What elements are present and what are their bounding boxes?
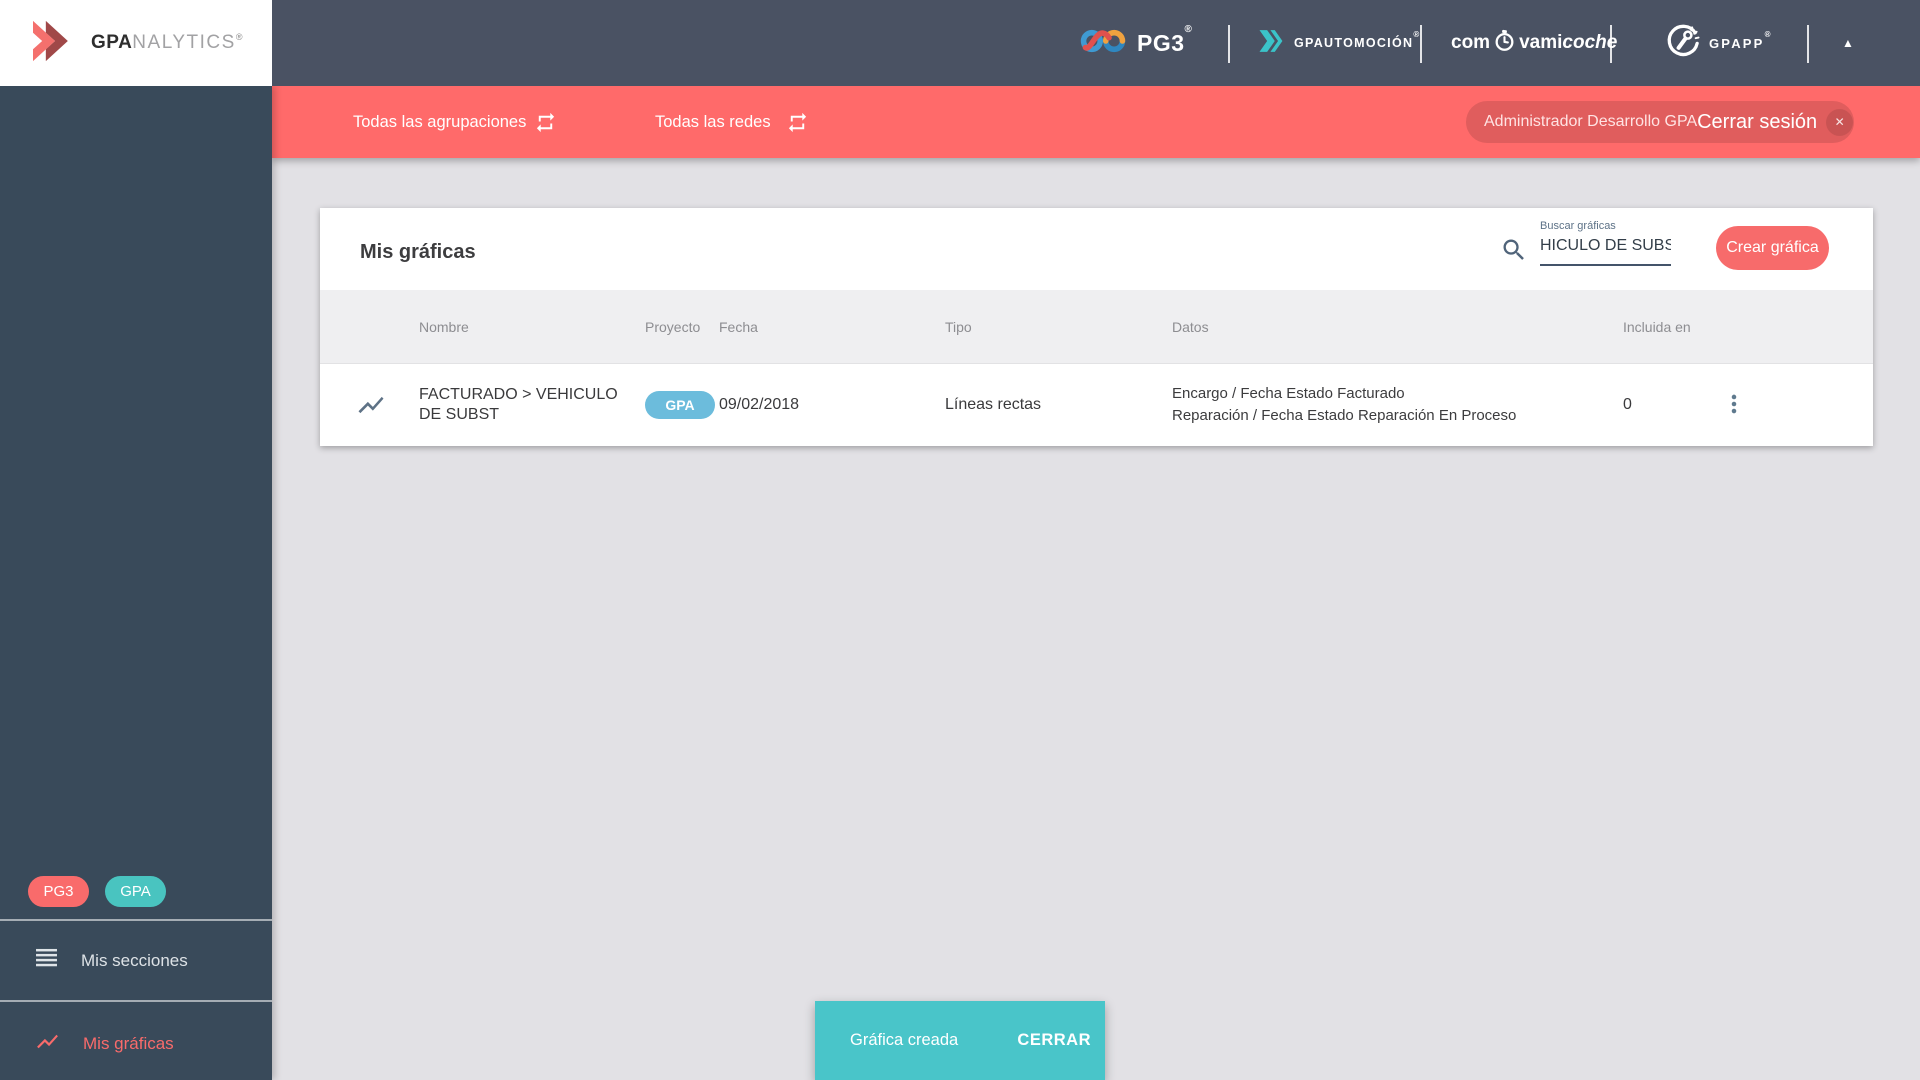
row-name: FACTURADO > VEHICULO DE SUBST — [419, 386, 618, 423]
agrupaciones-swap-icon[interactable] — [534, 111, 557, 139]
snackbar: Gráfica creada CERRAR — [815, 1001, 1105, 1080]
gpautomocion-wordmark: GPAUTOMOCIÓN® — [1294, 30, 1421, 50]
gpanalytics-logo[interactable]: GPANALYTICS® — [0, 0, 272, 86]
collapse-caret-icon[interactable]: ▲ — [1830, 0, 1866, 86]
pg3-wordmark: PG3® — [1137, 23, 1193, 56]
comova-vamicoche-text: vamicoche — [1519, 32, 1618, 53]
user-name: Administrador Desarrollo GPA — [1484, 113, 1698, 130]
logout-close-icon[interactable]: ✕ — [1826, 108, 1854, 136]
pg3-logo[interactable]: PG3® — [1078, 0, 1192, 86]
badge-pg3[interactable]: PG3 — [28, 876, 89, 907]
sidebar: PG3 GPA Mis secciones Mis gráficas — [0, 86, 272, 1080]
row-chart-type-icon — [356, 364, 396, 446]
charts-card: Mis gráficas Buscar gráficas HICULO DE S… — [320, 208, 1873, 446]
search-field-label: Buscar gráficas — [1540, 220, 1616, 232]
topbar-divider — [1228, 25, 1230, 63]
badge-gpa[interactable]: GPA — [105, 876, 166, 907]
gpapp-wrench-gauge-icon — [1666, 23, 1701, 63]
redes-selector[interactable]: Todas las redes — [655, 86, 771, 158]
gpanalytics-wordmark: GPANALYTICS® — [91, 32, 243, 53]
page-title: Mis gráficas — [360, 241, 476, 263]
logout-button[interactable]: Cerrar sesión — [1697, 111, 1817, 134]
agrupaciones-selector[interactable]: Todas las agrupaciones — [353, 86, 526, 158]
gpapp-wordmark: GPAPP® — [1709, 29, 1773, 51]
filter-bar: Todas las agrupaciones Todas las redes A… — [272, 86, 1920, 158]
row-kebab-menu-icon[interactable] — [1717, 387, 1751, 424]
gpautomocion-logo[interactable]: GPAUTOMOCIÓN® — [1258, 0, 1421, 86]
create-chart-button[interactable]: Crear gráfica — [1716, 226, 1829, 270]
row-data-series: Encargo / Fecha Estado Facturado Reparac… — [1172, 385, 1517, 424]
column-header-incluida-en: Incluida en — [1623, 318, 1691, 335]
topbar-divider — [1610, 25, 1612, 63]
pg3-infinity-icon — [1078, 26, 1128, 61]
sidebar-badges: PG3 GPA — [28, 876, 166, 907]
sidebar-item-label: Mis gráficas — [83, 1034, 174, 1053]
comovamicoche-logo[interactable]: com vamicoche — [1451, 0, 1617, 86]
project-badge: GPA — [645, 391, 715, 419]
comova-clock-icon — [1494, 29, 1515, 58]
snackbar-message: Gráfica creada — [850, 1031, 959, 1049]
chart-line-icon — [35, 1029, 60, 1059]
column-header-fecha: Fecha — [719, 318, 758, 335]
column-header-datos: Datos — [1172, 318, 1209, 335]
column-header-tipo: Tipo — [945, 318, 972, 335]
comova-com-text: com — [1451, 32, 1491, 53]
row-included-count: 0 — [1623, 396, 1632, 413]
snackbar-close-button[interactable]: CERRAR — [1017, 1031, 1091, 1050]
topbar-divider — [1807, 25, 1809, 63]
table-row[interactable]: FACTURADO > VEHICULO DE SUBST GPA 09/02/… — [320, 364, 1873, 446]
redes-swap-icon[interactable] — [786, 111, 809, 139]
table-header: Nombre Proyecto Fecha Tipo Datos Incluid… — [320, 290, 1873, 364]
row-date: 09/02/2018 — [719, 396, 800, 413]
search-input[interactable]: HICULO DE SUBST — [1540, 236, 1671, 266]
sidebar-item-mis-graficas[interactable]: Mis gráficas — [0, 1002, 272, 1080]
gpanalytics-arrow-icon — [29, 19, 81, 68]
gpapp-logo[interactable]: GPAPP® — [1666, 0, 1773, 86]
user-session-pill: Administrador Desarrollo GPA Cerrar sesi… — [1466, 101, 1854, 143]
app-root: GPANALYTICS® PG3® GPAUTOMOCIÓN® com vami… — [0, 0, 1920, 1080]
topbar-divider — [1420, 25, 1422, 63]
column-header-nombre: Nombre — [419, 318, 469, 335]
search-icon[interactable] — [1500, 236, 1528, 269]
sidebar-item-label: Mis secciones — [81, 950, 188, 970]
sections-menu-icon — [35, 948, 58, 973]
gpautomocion-chevrons-icon — [1258, 29, 1285, 58]
sidebar-item-mis-secciones[interactable]: Mis secciones — [0, 921, 272, 1000]
top-bar: GPANALYTICS® PG3® GPAUTOMOCIÓN® com vami… — [0, 0, 1920, 86]
row-type: Líneas rectas — [945, 396, 1042, 413]
